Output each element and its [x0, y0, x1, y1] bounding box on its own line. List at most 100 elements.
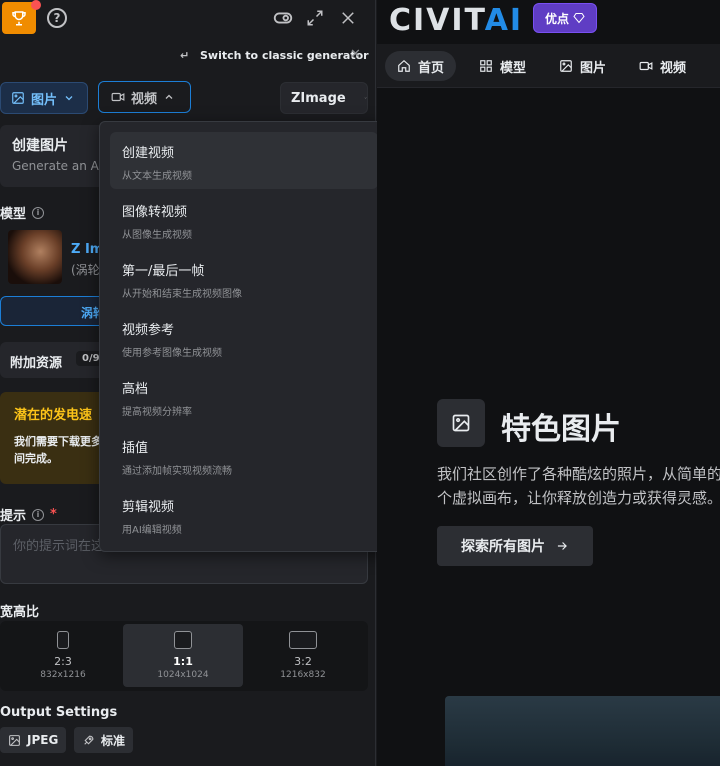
- menu-item-title: 第一/最后一帧: [122, 264, 205, 279]
- aspect-ratio-selector: 2:3 832x1216 1:1 1024x1024 3:2 1216x832: [0, 621, 368, 691]
- nav-home-label: 首页: [418, 60, 445, 76]
- menu-item-first-last-frame[interactable]: 第一/最后一帧 从开始和结束生成视频图像: [110, 250, 378, 307]
- dismiss-icon[interactable]: ✕: [350, 47, 361, 62]
- ratio-option-3-2[interactable]: 3:2 1216x832: [243, 624, 363, 687]
- switch-classic-link[interactable]: Switch to classic generator: [200, 49, 369, 62]
- swap-model-button[interactable]: 涡轮: [0, 296, 110, 326]
- create-card: 创建图片 Generate an AI: [0, 125, 110, 187]
- output-label-row: Output Settings: [0, 705, 117, 720]
- site-header: CIVITAI 优点: [377, 0, 720, 38]
- nav-images-label: 图片: [580, 60, 607, 76]
- switch-classic-row: ↵ Switch to classic generator ✕: [0, 46, 375, 66]
- menu-item-create-video[interactable]: 创建视频 从文本生成视频: [110, 132, 378, 189]
- type-images-label: 图片: [31, 92, 58, 108]
- image-icon: [9, 734, 20, 746]
- nav-models-label: 模型: [500, 60, 527, 76]
- arrow-right-icon: [557, 542, 567, 550]
- prompt-label-row: 提示 i *: [0, 505, 57, 524]
- help-icon[interactable]: ?: [47, 8, 67, 28]
- landscape-shape-icon: [289, 631, 317, 649]
- nav-images[interactable]: 图片: [547, 51, 618, 81]
- ratio-dims: 1216x832: [280, 670, 326, 680]
- nav-models[interactable]: 模型: [467, 51, 538, 81]
- logo-main: CIVIT: [389, 3, 485, 38]
- nav-videos[interactable]: 视频: [627, 51, 698, 81]
- explore-label: 探索所有图片: [461, 539, 545, 555]
- menu-item-title: 创建视频: [122, 146, 175, 161]
- menu-item-title: 插值: [122, 441, 149, 456]
- trophy-icon: [12, 11, 26, 26]
- civitai-logo[interactable]: CIVITAI: [389, 3, 523, 38]
- image-icon: [12, 92, 24, 104]
- square-shape-icon: [174, 631, 192, 649]
- menu-item-subtitle: 提高视频分辨率: [122, 407, 192, 418]
- warning-line-2: 间完成。: [14, 452, 58, 465]
- menu-item-subtitle: 通过添加帧实现视频流畅: [122, 466, 232, 477]
- ratio-option-1-1[interactable]: 1:1 1024x1024: [123, 624, 243, 687]
- prompt-label: 提示: [0, 509, 27, 524]
- menu-item-subtitle: 从开始和结束生成视频图像: [122, 289, 242, 300]
- featured-desc-line-1: 我们社区创作了各种酷炫的照片，从简单的: [437, 465, 720, 483]
- ratio-option-2-3[interactable]: 2:3 832x1216: [3, 624, 123, 687]
- video-icon: [111, 92, 125, 102]
- menu-item-title: 剪辑视频: [122, 500, 175, 515]
- diamond-icon: [573, 13, 585, 24]
- nav-home[interactable]: 首页: [385, 51, 457, 81]
- create-subtitle: Generate an AI: [12, 159, 103, 173]
- required-mark: *: [50, 507, 57, 522]
- ratio-dims: 1024x1024: [157, 670, 209, 680]
- return-icon: ↵: [180, 49, 190, 62]
- close-icon[interactable]: [336, 6, 360, 30]
- model-label-row: 模型 i: [0, 203, 45, 222]
- type-images-button[interactable]: 图片: [0, 82, 88, 114]
- info-icon[interactable]: i: [32, 508, 45, 521]
- toggle-icon[interactable]: [271, 6, 295, 30]
- chevron-up-icon: [165, 94, 173, 99]
- video-icon: [639, 61, 653, 71]
- featured-image-preview[interactable]: [445, 696, 720, 766]
- prompt-placeholder: 你的提示词在这: [13, 539, 105, 554]
- model-select-label: ZImage: [291, 90, 346, 106]
- menu-item-interpolate[interactable]: 插值 通过添加帧实现视频流畅: [110, 427, 378, 484]
- portrait-shape-icon: [57, 631, 69, 649]
- featured-image-icon: [437, 399, 485, 447]
- menu-item-edit-video[interactable]: 剪辑视频 用AI编辑视频: [110, 486, 378, 543]
- type-video-button[interactable]: 视频: [98, 81, 191, 113]
- menu-item-image-to-video[interactable]: 图像转视频 从图像生成视频: [110, 191, 378, 248]
- warning-title: 潜在的发电速: [14, 408, 93, 423]
- menu-item-video-reference[interactable]: 视频参考 使用参考图像生成视频: [110, 309, 378, 366]
- menu-item-subtitle: 从文本生成视频: [122, 171, 192, 182]
- premium-button[interactable]: 优点: [533, 3, 597, 33]
- nav-videos-label: 视频: [660, 60, 687, 76]
- premium-label: 优点: [544, 11, 569, 26]
- menu-item-subtitle: 使用参考图像生成视频: [122, 348, 222, 359]
- format-label: JPEG: [27, 733, 59, 747]
- menu-item-upscale[interactable]: 高档 提高视频分辨率: [110, 368, 378, 425]
- ratio-name: 1:1: [173, 655, 193, 668]
- warning-alert: 潜在的发电速 我们需要下载更多 间完成。: [0, 392, 110, 484]
- extra-resources[interactable]: 附加资源 0/9: [0, 342, 110, 378]
- quality-button[interactable]: 标准: [74, 727, 134, 753]
- model-thumbnail[interactable]: [8, 230, 62, 284]
- extras-label: 附加资源: [10, 356, 63, 371]
- model-label: 模型: [0, 207, 27, 222]
- warning-line-1: 我们需要下载更多: [14, 435, 102, 448]
- featured-description: 我们社区创作了各种酷炫的照片，从简单的 个虚拟画布，让你释放创造力或获得灵感。: [437, 462, 720, 510]
- quality-label: 标准: [101, 733, 126, 748]
- info-icon[interactable]: i: [32, 206, 45, 219]
- explore-images-button[interactable]: 探索所有图片: [437, 526, 593, 566]
- aspect-label: 宽高比: [0, 605, 40, 620]
- generator-toolbar: ?: [0, 0, 375, 36]
- notification-dot: [31, 0, 41, 10]
- model-select[interactable]: ZImage: [280, 82, 368, 114]
- menu-item-title: 高档: [122, 382, 149, 397]
- ratio-name: 3:2: [294, 655, 312, 668]
- maximize-icon[interactable]: [303, 6, 327, 30]
- aspect-label-row: 宽高比: [0, 601, 39, 620]
- featured-desc-line-2: 个虚拟画布，让你释放创造力或获得灵感。: [437, 489, 720, 507]
- format-button[interactable]: JPEG: [0, 727, 67, 753]
- main-content: CIVITAI 优点 首页 模型 图片 视频 特色图片 我们社区创作了各种酷炫的…: [377, 0, 720, 766]
- menu-item-title: 图像转视频: [122, 205, 188, 220]
- output-label: Output Settings: [0, 705, 118, 720]
- image-icon: [560, 60, 572, 72]
